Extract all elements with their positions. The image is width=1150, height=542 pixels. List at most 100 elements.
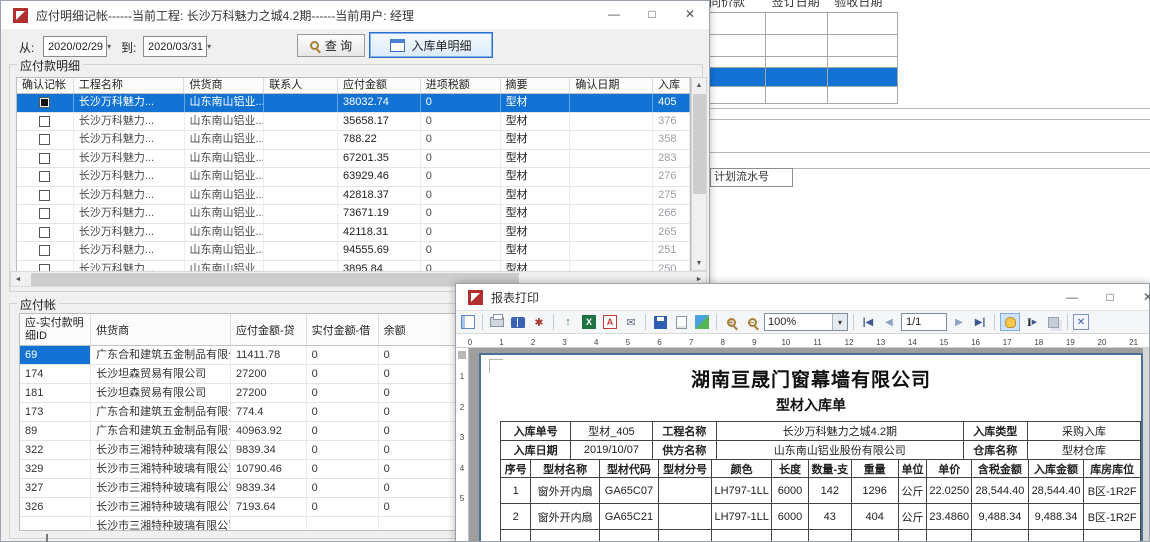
zoom-out-icon[interactable]: − (743, 313, 761, 331)
close-button[interactable]: ✕ (671, 1, 709, 29)
table-row[interactable]: 长沙万科魅力... 山东南山铝业... 42118.31 0 型材 265 (17, 224, 690, 243)
table-row[interactable]: 长沙万科魅力... 山东南山铝业... 94555.69 0 型材 251 (17, 242, 690, 261)
id-cell[interactable]: 327 (20, 479, 91, 497)
vertical-scrollbar[interactable]: ▲ ▼ (691, 77, 707, 271)
titlebar[interactable]: 报表打印 — □ ✕ (456, 284, 1149, 310)
maximize-button[interactable]: □ (1091, 284, 1129, 312)
page-setup-icon[interactable] (672, 313, 690, 331)
export-icon[interactable]: ↑ (559, 313, 577, 331)
confirm-checkbox[interactable] (39, 171, 50, 182)
outline-icon[interactable] (459, 313, 477, 331)
print-icon[interactable] (488, 313, 506, 331)
id-cell[interactable]: 174 (20, 365, 91, 383)
column-header[interactable]: 进项税额 (421, 78, 501, 93)
confirm-checkbox[interactable] (39, 153, 50, 164)
query-button[interactable]: 查 询 (297, 34, 365, 57)
vertical-scrollbar[interactable] (1143, 348, 1149, 541)
excel-export-icon[interactable]: X (580, 313, 598, 331)
report-canvas[interactable]: 12345 湖南亘晟门窗幕墙有限公司 型材入库单 入库单号 型材_405 工程名… (456, 348, 1149, 541)
column-header[interactable]: 联系人 (264, 78, 338, 93)
column-header[interactable]: 入库 (653, 78, 690, 93)
table-row[interactable]: 长沙万科魅力... 山东南山铝业... 73671.19 0 型材 266 (17, 205, 690, 224)
chevron-down-icon[interactable]: ▾ (207, 42, 211, 51)
scrollbar-thumb[interactable] (31, 273, 519, 286)
table-row[interactable] (691, 12, 898, 34)
prev-page-button[interactable]: ◀ (880, 313, 898, 331)
column-header[interactable]: 供货商 (184, 78, 264, 93)
pdf-export-icon[interactable]: A (601, 313, 619, 331)
confirm-checkbox[interactable] (39, 116, 50, 127)
to-date-combo[interactable]: 2020/03/31 ▾ (143, 36, 207, 57)
table-row[interactable]: 长沙万科魅力... 山东南山铝业... 42818.37 0 型材 275 (17, 187, 690, 206)
table-row[interactable]: 长沙万科魅力... 山东南山铝业... 67201.35 0 型材 283 (17, 150, 690, 169)
id-cell[interactable]: 181 (20, 384, 91, 402)
table-row[interactable] (691, 86, 898, 104)
close-preview-button[interactable]: ✕ (1073, 314, 1089, 330)
last-page-button[interactable]: ▶| (971, 313, 989, 331)
table-row[interactable]: 长沙市三湘特种玻璃有限公司 (20, 517, 456, 531)
scrollbar-thumb[interactable] (693, 94, 706, 194)
maximize-button[interactable]: □ (633, 1, 671, 29)
confirm-checkbox[interactable] (39, 227, 50, 238)
copy-icon[interactable] (1044, 313, 1062, 331)
column-header[interactable]: 应付金额-贷 (231, 314, 307, 345)
zoom-level-combo[interactable]: 100% ▾ (764, 313, 848, 331)
table-row[interactable]: 173 广东合和建筑五金制品有限公司 774.4 0 0 (20, 403, 456, 422)
confirm-checkbox[interactable] (39, 97, 50, 108)
from-date-combo[interactable]: 2020/02/29 ▾ (43, 36, 107, 57)
table-row[interactable]: 长沙万科魅力... 山东南山铝业... 35658.17 0 型材 376 (17, 113, 690, 132)
page-indicator[interactable]: 1/1 (901, 313, 947, 331)
titlebar[interactable]: 应付明细记帐------当前工程: 长沙万科魅力之城4.2期------当前用户… (1, 1, 709, 29)
text-select-tool-button[interactable]: I▶ (1023, 313, 1041, 331)
scroll-left-icon[interactable]: ◄ (11, 272, 25, 286)
table-row[interactable] (691, 56, 898, 67)
table-row[interactable]: 89 广东合和建筑五金制品有限公司 40963.92 0 0 (20, 422, 456, 441)
table-row[interactable]: 174 长沙坦森贸易有限公司 27200 0 0 (20, 365, 456, 384)
id-cell[interactable]: 326 (20, 498, 91, 516)
table-row[interactable]: 长沙万科魅力... 山东南山铝业... 38032.74 0 型材 405 (17, 94, 690, 113)
scroll-up-icon[interactable]: ▲ (692, 78, 706, 92)
next-page-button[interactable]: ▶ (950, 313, 968, 331)
table-row[interactable]: 181 长沙坦森贸易有限公司 27200 0 0 (20, 384, 456, 403)
settings-icon[interactable]: ✱ (530, 313, 548, 331)
save-icon[interactable] (651, 313, 669, 331)
confirm-checkbox[interactable] (39, 264, 50, 271)
id-cell[interactable]: 89 (20, 422, 91, 440)
id-cell[interactable]: 69 (20, 346, 91, 364)
table-row[interactable]: 326 长沙市三湘特种玻璃有限公司 7193.64 0 0 (20, 498, 456, 517)
hand-tool-button[interactable] (1000, 313, 1020, 331)
minimize-button[interactable]: — (595, 1, 633, 29)
table-row[interactable]: 69 广东合和建筑五金制品有限公司 11411.78 0 0 (20, 346, 456, 365)
column-header[interactable]: 应-实付款明 细ID (20, 314, 91, 345)
column-header[interactable]: 确认记帐 (17, 78, 74, 93)
html-export-icon[interactable] (693, 313, 711, 331)
plan-serial-field[interactable]: 计划流水号 (710, 168, 793, 187)
mail-icon[interactable]: ✉ (622, 313, 640, 331)
id-cell[interactable] (20, 517, 91, 531)
table-row[interactable]: 322 长沙市三湘特种玻璃有限公司 9839.34 0 0 (20, 441, 456, 460)
zoom-in-icon[interactable]: + (722, 313, 740, 331)
table-row[interactable]: 327 长沙市三湘特种玻璃有限公司 9839.34 0 0 (20, 479, 456, 498)
confirm-checkbox[interactable] (39, 134, 50, 145)
minimize-button[interactable]: — (1053, 284, 1091, 312)
table-row[interactable]: 长沙万科魅力... 山东南山铝业... 3895.84 0 型材 250 (17, 261, 690, 272)
column-header[interactable]: 工程名称 (74, 78, 185, 93)
chevron-down-icon[interactable]: ▾ (107, 42, 111, 51)
column-header[interactable]: 应付金额 (338, 78, 421, 93)
chevron-down-icon[interactable]: ▾ (832, 314, 847, 330)
id-cell[interactable]: 322 (20, 441, 91, 459)
column-header[interactable]: 供货商 (91, 314, 231, 345)
table-row[interactable]: 长沙万科魅力... 山东南山铝业... 63929.46 0 型材 276 (17, 168, 690, 187)
column-header[interactable]: 实付金额-借 (307, 314, 379, 345)
inbound-detail-button[interactable]: 入库单明细 (369, 32, 493, 58)
close-button[interactable]: ✕ (1129, 284, 1150, 312)
confirm-checkbox[interactable] (39, 190, 50, 201)
confirm-checkbox[interactable] (39, 208, 50, 219)
id-cell[interactable]: 173 (20, 403, 91, 421)
column-header[interactable]: 摘要 (501, 78, 571, 93)
first-page-button[interactable]: |◀ (859, 313, 877, 331)
selected-table-row[interactable] (691, 67, 898, 86)
column-header[interactable]: 确认日期 (570, 78, 653, 93)
table-row[interactable]: 329 长沙市三湘特种玻璃有限公司 10790.46 0 0 (20, 460, 456, 479)
id-cell[interactable]: 329 (20, 460, 91, 478)
